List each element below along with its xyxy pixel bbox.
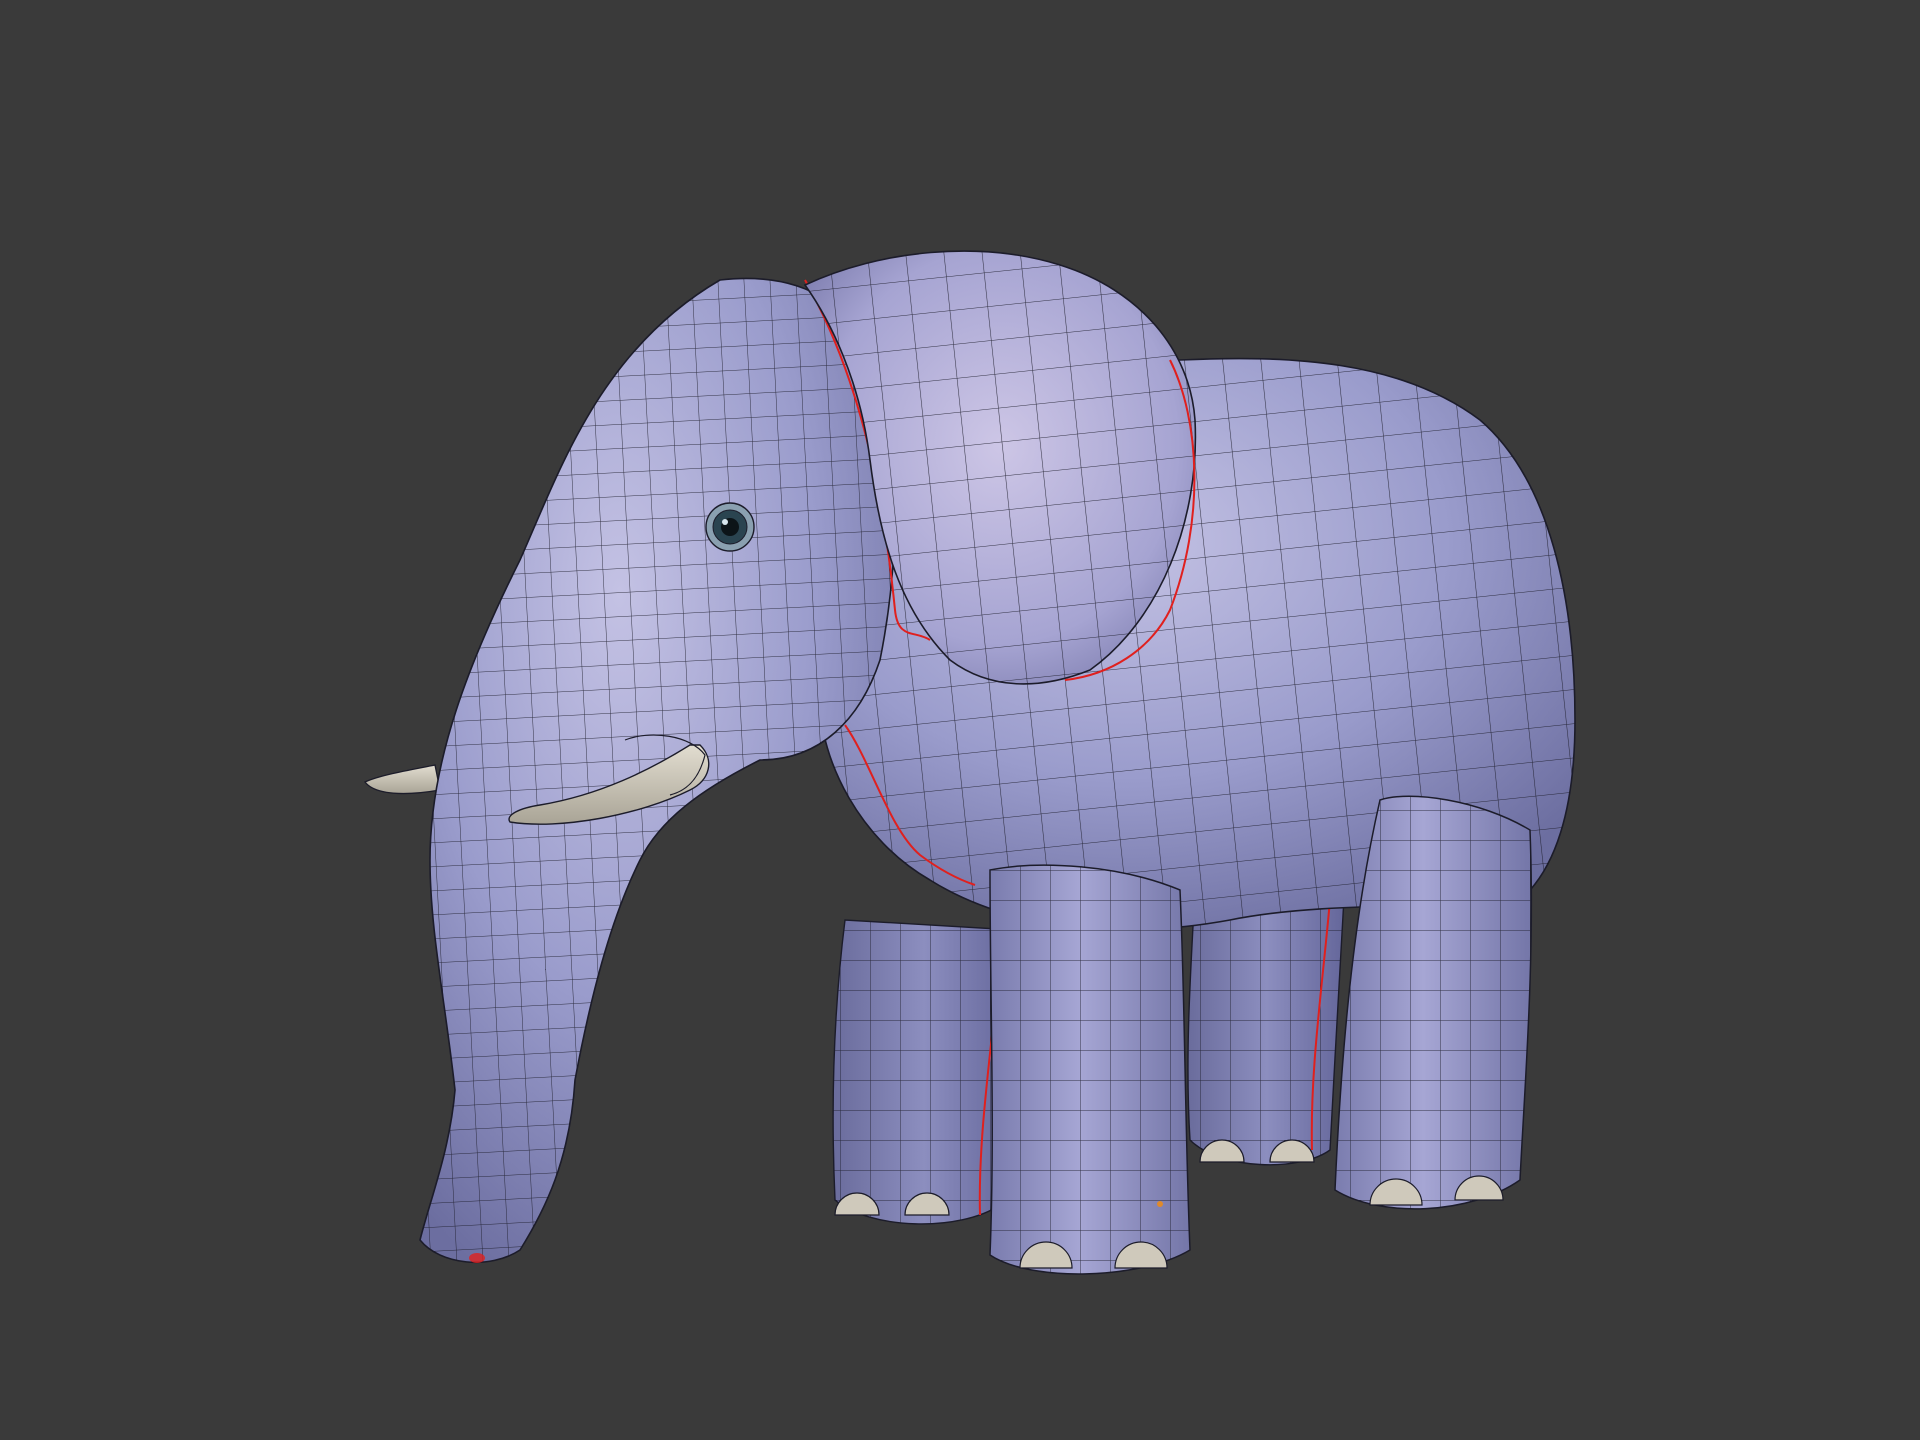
elephant-front-leg-near	[989, 864, 1191, 1275]
vertex-marker[interactable]	[1157, 1201, 1163, 1207]
elephant-front-leg-far	[832, 919, 1016, 1225]
elephant-eye	[705, 502, 755, 552]
trunk-tip-nostril	[469, 1253, 485, 1263]
elephant-tusk-far	[363, 764, 441, 795]
3d-viewport[interactable]	[0, 0, 1920, 1440]
viewport-canvas[interactable]	[0, 0, 1920, 1440]
